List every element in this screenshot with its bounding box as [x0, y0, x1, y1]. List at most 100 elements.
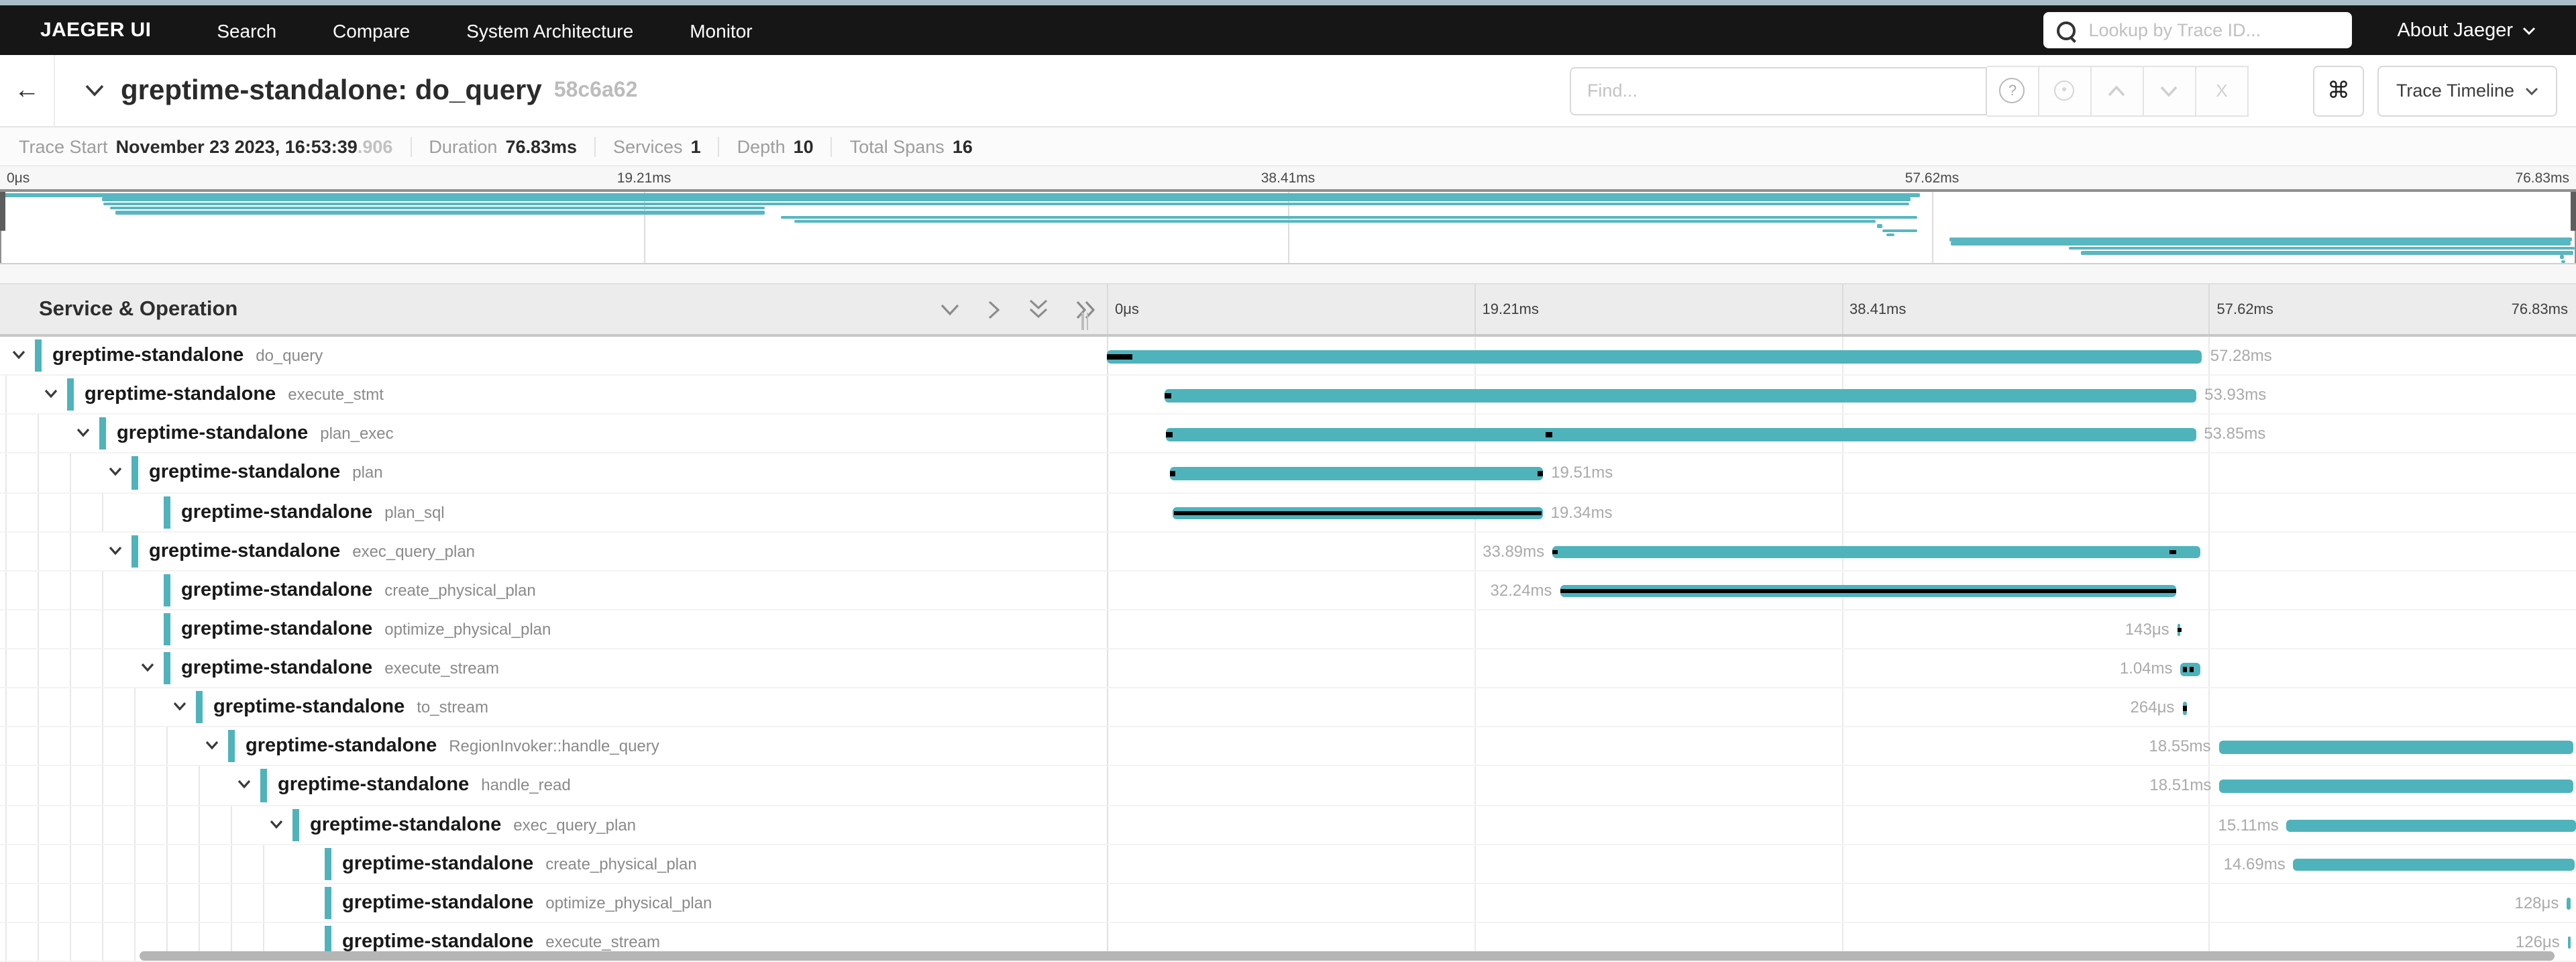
span-name[interactable]: greptime-standaloneplan_exec: [117, 415, 394, 453]
span-expander-icon[interactable]: [44, 389, 58, 398]
nav-item-system-architecture[interactable]: System Architecture: [438, 19, 661, 41]
trace-summary-bar: Trace StartNovember 23 2023, 16:53:39.90…: [0, 127, 2576, 166]
span-row[interactable]: greptime-standaloneoptimize_physical_pla…: [0, 884, 2576, 923]
trace-id-search-input[interactable]: [2086, 19, 2306, 42]
minimap-span-bar: [104, 202, 1909, 205]
span-expander-icon[interactable]: [173, 702, 186, 711]
nav-item-compare[interactable]: Compare: [305, 19, 438, 41]
span-expander-icon[interactable]: [109, 468, 122, 477]
collapse-all-button[interactable]: [1028, 299, 1049, 319]
span-bar[interactable]: [2567, 898, 2570, 910]
span-row[interactable]: greptime-standaloneRegionInvoker::handle…: [0, 728, 2576, 767]
indent-guide: [70, 493, 71, 531]
minimap-canvas[interactable]: [0, 189, 2576, 264]
span-bar[interactable]: [2287, 819, 2576, 832]
span-expander-icon[interactable]: [12, 350, 25, 360]
span-name[interactable]: greptime-standaloneexecute_stmt: [85, 376, 384, 413]
prev-match-button[interactable]: [2092, 65, 2144, 116]
find-help-button[interactable]: ?: [1987, 65, 2039, 116]
service-color-marker: [164, 496, 170, 528]
clear-search-button[interactable]: X: [2196, 65, 2249, 116]
app-logo[interactable]: JAEGER UI: [40, 19, 151, 42]
span-name[interactable]: greptime-standaloneto_stream: [213, 688, 488, 726]
span-expander-icon[interactable]: [141, 663, 154, 672]
span-row[interactable]: greptime-standaloneto_stream264μs: [0, 688, 2576, 727]
indent-guide: [38, 493, 39, 531]
span-row[interactable]: greptime-standaloneoptimize_physical_pla…: [0, 610, 2576, 649]
span-bar[interactable]: [2568, 937, 2571, 949]
span-bar[interactable]: [1170, 468, 1543, 480]
nav-item-monitor[interactable]: Monitor: [661, 19, 780, 41]
span-row[interactable]: greptime-standaloneexecute_stream1.04ms: [0, 649, 2576, 688]
service-color-marker: [292, 808, 299, 841]
next-match-button[interactable]: [2144, 65, 2196, 116]
expand-one-button[interactable]: [987, 299, 1001, 320]
span-row[interactable]: greptime-standaloneplan_sql19.34ms: [0, 493, 2576, 532]
span-name[interactable]: greptime-standaloneplan_sql: [181, 493, 445, 531]
span-name[interactable]: greptime-standaloneexecute_stream: [181, 649, 499, 687]
span-expander-icon[interactable]: [270, 819, 283, 829]
minimap-span-bar: [111, 207, 765, 210]
meta-value: 1: [691, 136, 701, 156]
span-name[interactable]: greptime-standalone create_physical_plan: [181, 572, 536, 609]
about-jaeger-label: About Jaeger: [2397, 19, 2513, 41]
span-expander-icon[interactable]: [237, 780, 251, 790]
span-bar[interactable]: [2294, 858, 2575, 871]
trace-title-collapse-toggle[interactable]: [85, 85, 105, 97]
operation-name: create_physical_plan: [545, 854, 697, 873]
service-color-marker: [228, 731, 235, 763]
span-expander-icon[interactable]: [109, 545, 122, 555]
span-expander-icon[interactable]: [76, 429, 90, 438]
minimap-span-bar: [1882, 229, 1917, 232]
meta-services: Services1: [613, 136, 701, 156]
column-resize-grip[interactable]: [1081, 313, 1092, 330]
keyboard-shortcuts-button[interactable]: ⌘: [2313, 65, 2364, 116]
span-bar[interactable]: [1552, 545, 2200, 558]
span-bar[interactable]: [2219, 741, 2574, 754]
span-name[interactable]: greptime-standalonecreate_physical_plan: [342, 845, 697, 882]
span-name[interactable]: greptime-standaloneexec_query_plan: [149, 532, 475, 570]
service-color-marker: [131, 535, 138, 567]
span-name[interactable]: greptime-standaloneplan: [149, 454, 383, 492]
span-name[interactable]: greptime-standaloneexec_query_plan: [310, 806, 636, 843]
indent-guide: [70, 572, 71, 609]
span-row[interactable]: greptime-standalonecreate_physical_plan1…: [0, 845, 2576, 884]
minimap-right-scrubber[interactable]: [2571, 192, 2576, 231]
span-bar[interactable]: [1166, 429, 2196, 441]
span-row[interactable]: greptime-standalonedo_query57.28ms: [0, 337, 2576, 376]
span-name[interactable]: greptime-standalonehandle_read: [278, 767, 571, 804]
span-row[interactable]: greptime-standaloneexec_query_plan33.89m…: [0, 532, 2576, 571]
span-row[interactable]: greptime-standaloneplan_exec53.85ms: [0, 415, 2576, 454]
span-row[interactable]: greptime-standaloneexecute_stmt53.93ms: [0, 376, 2576, 415]
about-jaeger-menu[interactable]: About Jaeger: [2397, 19, 2536, 41]
span-row[interactable]: greptime-standaloneplan19.51ms: [0, 454, 2576, 493]
span-bar[interactable]: [1165, 389, 2196, 402]
service-name: greptime-standalone: [181, 580, 372, 601]
span-row[interactable]: greptime-standalonecreate_physical_plan3…: [0, 572, 2576, 610]
span-name[interactable]: greptime-standaloneoptimize_physical_pla…: [181, 610, 551, 648]
indent-guide: [134, 923, 136, 961]
collapse-one-button[interactable]: [939, 303, 961, 316]
minimap-tick-label: 57.62ms: [1905, 170, 1960, 186]
span-expander-icon[interactable]: [205, 741, 219, 751]
span-row[interactable]: greptime-standalonehandle_read18.51ms: [0, 767, 2576, 806]
span-bar[interactable]: [1107, 350, 2202, 363]
find-input[interactable]: [1570, 66, 1987, 115]
minimap-left-scrubber[interactable]: [0, 192, 5, 231]
span-bar[interactable]: [2219, 780, 2573, 793]
span-row[interactable]: greptime-standaloneexec_query_plan15.11m…: [0, 806, 2576, 845]
span-name[interactable]: greptime-standalonedo_query: [52, 337, 323, 374]
back-button[interactable]: ←: [0, 55, 55, 126]
focus-match-button[interactable]: [2039, 65, 2092, 116]
span-name[interactable]: greptime-standaloneoptimize_physical_pla…: [342, 884, 712, 922]
trace-id-search[interactable]: [2043, 12, 2351, 48]
indent-guide: [134, 688, 136, 726]
nav-item-search[interactable]: Search: [189, 19, 305, 41]
trace-view-selector[interactable]: Trace Timeline: [2377, 65, 2557, 116]
span-duration-label: 126μs: [2516, 923, 2560, 961]
span-name[interactable]: greptime-standaloneRegionInvoker::handle…: [246, 728, 659, 765]
critical-path-segment: [1170, 472, 1175, 476]
critical-path-segment: [1165, 393, 1171, 398]
horizontal-scrollbar[interactable]: [140, 951, 2555, 961]
operation-name: create_physical_plan: [384, 581, 536, 600]
